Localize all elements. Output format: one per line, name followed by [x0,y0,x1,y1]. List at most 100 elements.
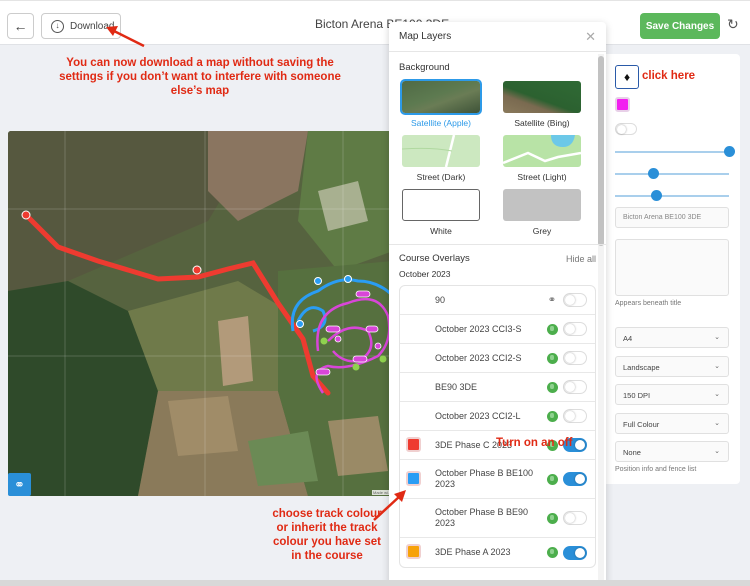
track-colour-slot[interactable] [406,436,423,454]
print-settings-panel: ♦ Bicton Arena BE100 3DE Appears beneath… [596,54,740,484]
size-slider[interactable] [615,168,729,179]
globe-icon [546,352,558,364]
bg-label: Satellite (Apple) [410,118,471,128]
paper-size-value: A4 [623,334,633,343]
save-changes-button[interactable]: Save Changes [640,13,720,39]
bg-thumbnail [503,81,581,113]
overlay-name: BE90 3DE [435,381,478,392]
overlay-toggle[interactable] [563,351,587,365]
bg-label: Street (Light) [517,172,567,182]
overlay-row: October 2023 CCI2-S [400,344,595,373]
bg-option-grey[interactable]: Grey [503,189,581,240]
track-colour-slot[interactable] [406,544,423,561]
slider-knob[interactable] [724,146,735,157]
paper-size-select[interactable]: A4 ⌄ [615,327,729,348]
chevron-down-icon: ⌄ [714,448,720,455]
overlay-toggle[interactable] [563,380,587,394]
bg-thumbnail [402,189,480,221]
bg-option-street-light[interactable]: Street (Light) [503,135,581,186]
track-colour-swatch[interactable] [406,436,421,452]
bg-option-satellite-apple[interactable]: Satellite (Apple) [400,79,482,132]
slider-knob[interactable] [647,168,659,179]
orientation-select[interactable]: Landscape ⌄ [615,356,729,377]
bg-label: Street (Dark) [416,172,466,182]
subtitle-hint: Appears beneath title [615,300,682,307]
overlay-toggle[interactable] [563,322,587,336]
overlay-row: October Phase B BE90 2023 [400,499,595,538]
satellite-map [8,131,393,496]
slider-knob[interactable] [651,190,663,201]
overlay-toggle[interactable] [563,409,587,423]
overlay-toggle[interactable] [563,511,587,525]
bg-label: White [430,226,452,236]
bg-option-street-dark[interactable]: Street (Dark) [402,135,480,186]
track-colour-slot [406,408,423,425]
overlay-row: October 2023 CCI2-L [400,402,595,431]
globe-icon [546,547,558,559]
overlay-name: October 2023 CCI2-S [435,352,522,363]
overlay-row: October 2023 CCI3-S [400,315,595,344]
map-layers-button[interactable]: ♦ [615,65,639,89]
track-colour-slot [406,379,423,396]
overlay-toggle[interactable] [563,293,587,307]
orientation-value: Landscape [623,363,660,372]
bg-label: Grey [532,226,552,236]
colour-mode-select[interactable]: Full Colour ⌄ [615,413,729,434]
map-preview[interactable] [8,131,393,496]
close-icon[interactable]: ✕ [585,29,596,45]
track-color-picker[interactable] [615,97,630,112]
globe-icon [546,410,558,422]
bg-thumbnail [503,135,581,167]
overlay-row: 3DE Phase A 2023 [400,538,595,567]
opacity-slider[interactable] [615,146,735,157]
download-circle-icon: ↓ [51,19,64,33]
subtitle-textarea[interactable] [615,239,729,296]
chevron-down-icon: ⌄ [714,391,720,398]
overlay-row: October Phase B BE100 2023 [400,460,595,499]
course-overlays-label: Course Overlays [399,253,470,264]
background-page-strip [0,580,750,586]
track-colour-slot [406,350,423,367]
bg-option-satellite-bing[interactable]: Satellite (Bing) [503,81,581,132]
bg-thumbnail [402,135,480,167]
bg-thumbnail [400,79,482,115]
scale-slider[interactable] [615,190,729,201]
download-button[interactable]: ↓ Download [41,13,121,39]
track-colour-swatch[interactable] [406,470,421,486]
chevron-down-icon: ⌄ [714,363,720,370]
resolution-value: 150 DPI [623,391,651,400]
layers-panel-header: Map Layers ✕ [389,22,606,52]
hide-all-link[interactable]: Hide all [566,254,596,264]
layers-icon: ♦ [623,70,631,84]
overlay-toggle[interactable] [563,472,587,486]
overlay-toggle[interactable] [563,545,587,560]
position-info-value: None [623,448,641,457]
map-title-input[interactable]: Bicton Arena BE100 3DE [615,207,729,228]
overlay-name: 3DE Phase A 2023 [435,547,511,557]
bg-thumbnail [503,189,581,221]
background-section-label: Background [399,62,450,73]
chevron-down-icon: ⌄ [714,420,720,427]
download-annotation: You can now download a map without savin… [59,57,341,97]
settings-toggle[interactable] [615,123,637,135]
bg-option-white[interactable]: White [402,189,480,240]
position-info-select[interactable]: None ⌄ [615,441,729,462]
top-toolbar: ← ↓ Download Bicton Arena BE100 3DE Save… [0,0,750,45]
back-button[interactable]: ← [7,13,34,39]
overlay-list: 90 ⚭ October 2023 CCI3-S October 2023 CCI2-… [399,285,596,568]
arrow-left-icon: ← [13,18,28,34]
toggle-annotation: Turn on an off [496,437,573,449]
globe-icon [546,381,558,393]
track-colour-swatch[interactable] [406,544,421,559]
overlay-row: 90 ⚭ [400,286,595,315]
overlay-name: October Phase B BE100 2023 [435,468,534,489]
position-hint: Position info and fence list [615,466,697,473]
globe-icon [546,323,558,335]
overlay-name: October 2023 CCI2-L [435,410,521,421]
globe-icon [546,473,558,485]
track-colour-slot[interactable] [406,470,423,488]
overlay-name: 90 [435,294,446,305]
globe-icon [546,512,558,524]
undo-icon[interactable]: ↻ [727,16,739,33]
resolution-select[interactable]: 150 DPI ⌄ [615,384,729,405]
